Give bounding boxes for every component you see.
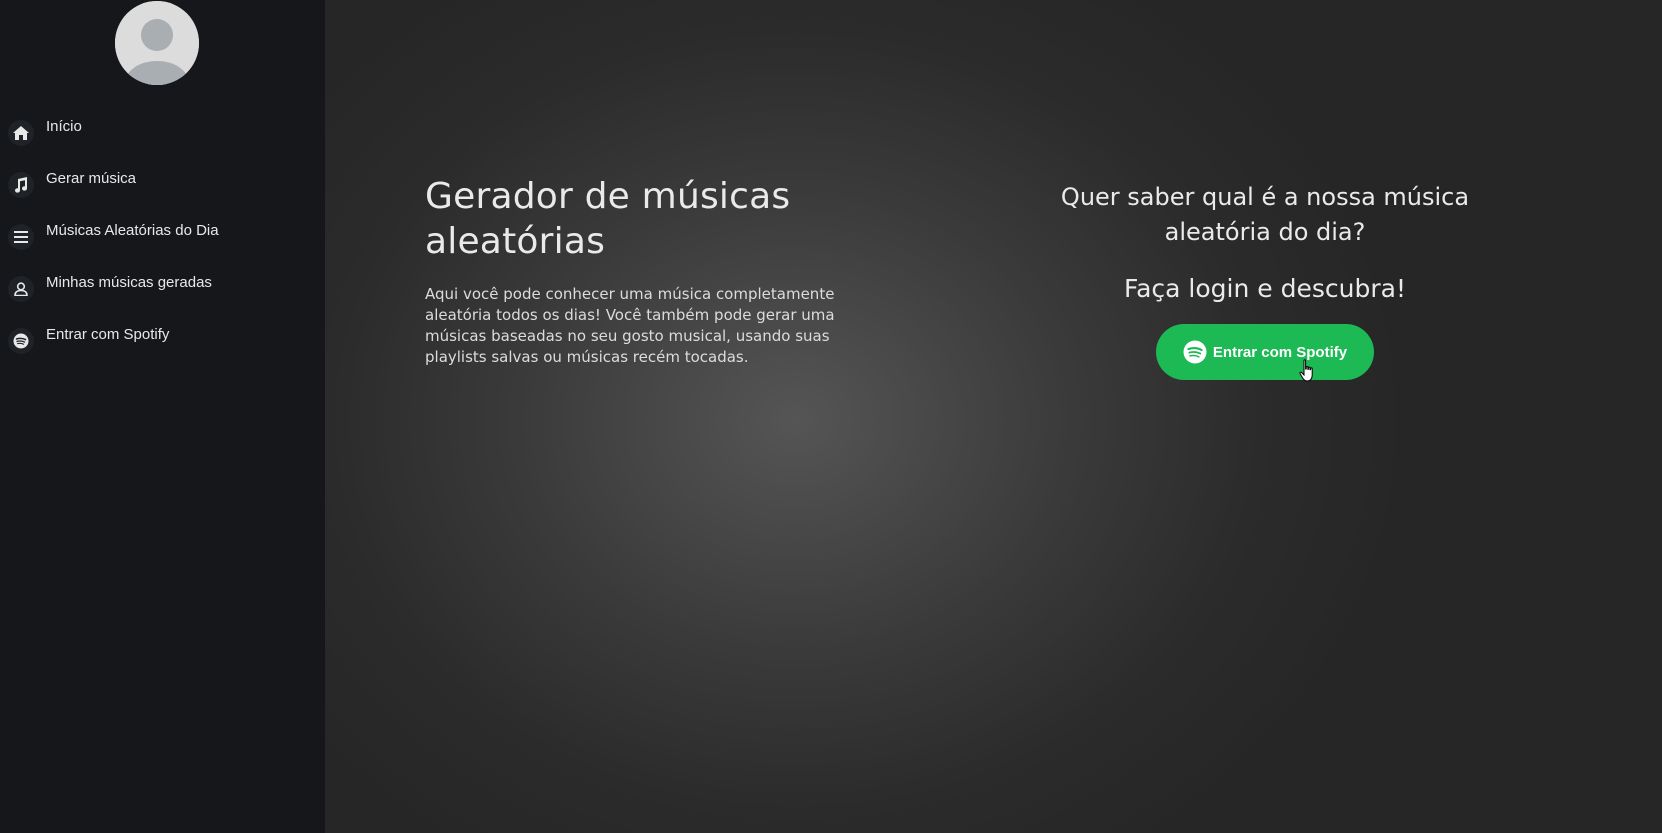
intro-section: Gerador de músicas aleatórias Aqui você …: [425, 174, 905, 383]
user-icon: [8, 276, 34, 302]
page-description: Aqui você pode conhecer uma música compl…: [425, 285, 835, 366]
sidebar-item-musicas-aleatorias[interactable]: Músicas Aleatórias do Dia: [0, 214, 325, 266]
sidebar-item-label: Gerar música: [46, 170, 137, 187]
login-section: Quer saber qual é a nossa música aleatór…: [1040, 180, 1490, 380]
sidebar-item-label: Minhas músicas geradas: [46, 274, 212, 291]
home-icon: [8, 120, 34, 146]
spotify-icon: [1183, 340, 1207, 364]
sidebar-item-label: Início: [46, 118, 82, 135]
sidebar-item-minhas-musicas[interactable]: Minhas músicas geradas: [0, 266, 325, 318]
spotify-login-label: Entrar com Spotify: [1212, 343, 1348, 361]
music-note-icon: [8, 172, 34, 198]
spotify-icon: [8, 328, 34, 354]
sidebar-item-gerar-musica[interactable]: Gerar música: [0, 162, 325, 214]
avatar[interactable]: [115, 1, 199, 85]
daily-song-question: Quer saber qual é a nossa música aleatór…: [1060, 183, 1470, 246]
sidebar-item-label: Entrar com Spotify: [46, 326, 170, 343]
main-content: Gerador de músicas aleatórias Aqui você …: [325, 0, 1662, 833]
avatar-placeholder-icon: [115, 1, 199, 85]
sidebar-item-label: Músicas Aleatórias do Dia: [46, 222, 219, 239]
sidebar: Início Gerar música Músicas Aleatórias d…: [0, 0, 325, 833]
sidebar-item-inicio[interactable]: Início: [0, 110, 325, 162]
sidebar-item-entrar-spotify[interactable]: Entrar com Spotify: [0, 318, 325, 370]
app-root: Início Gerar música Músicas Aleatórias d…: [0, 0, 1662, 833]
page-title: Gerador de músicas aleatórias: [425, 176, 791, 262]
sidebar-nav: Início Gerar música Músicas Aleatórias d…: [0, 110, 325, 370]
login-cta: Faça login e descubra!: [1124, 274, 1406, 303]
spotify-login-button[interactable]: Entrar com Spotify: [1156, 324, 1374, 380]
list-icon: [8, 224, 34, 250]
